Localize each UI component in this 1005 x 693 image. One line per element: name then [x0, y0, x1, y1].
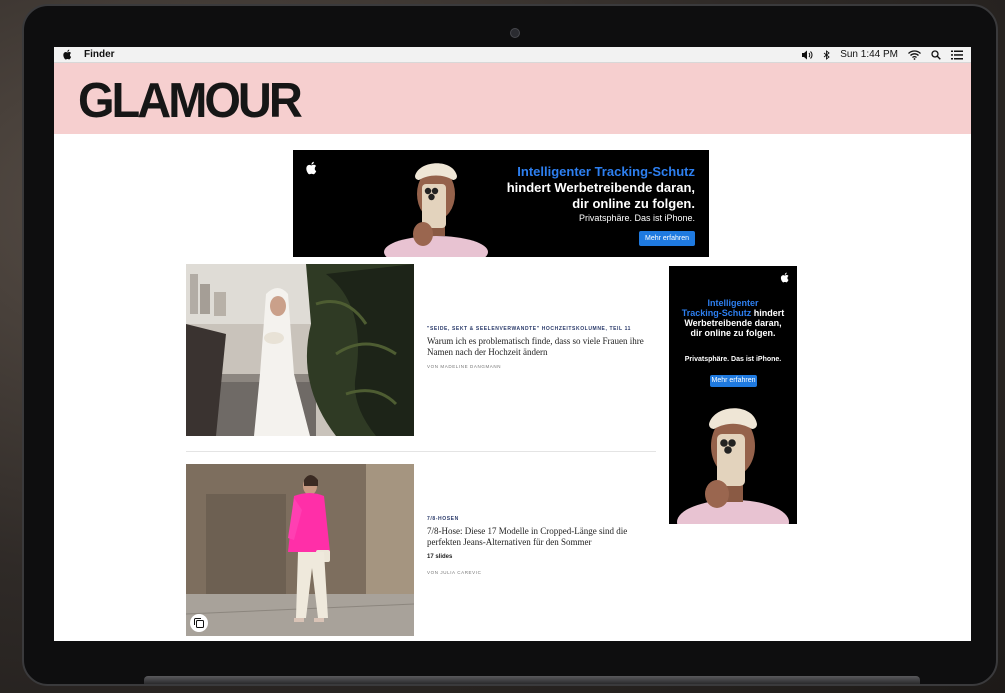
slide-count: 17 slides: [427, 554, 453, 560]
fashion-photo: [186, 464, 414, 636]
bride-photo: [186, 264, 414, 436]
article-byline[interactable]: VON JULIA CAREVIC: [427, 570, 657, 575]
article-card[interactable]: "SEIDE, SEKT & SEELENVERWANDTE" HOCHZEIT…: [186, 264, 656, 436]
sidebar-ad[interactable]: Intelligenter Tracking-Schutz hindert We…: [669, 266, 797, 524]
site-header: GLAMOUR: [54, 63, 971, 134]
ad-person-image: [677, 408, 789, 524]
ad-person-image: [384, 163, 488, 257]
article-byline[interactable]: VON MADELINE DANGMANN: [427, 364, 657, 369]
ad-cta-button[interactable]: Mehr erfahren: [710, 375, 757, 387]
article-thumbnail[interactable]: [186, 464, 414, 636]
gallery-icon[interactable]: [190, 614, 208, 632]
article-card[interactable]: 7/8-HOSEN 7/8-Hose: Diese 17 Modelle in …: [186, 464, 656, 636]
article-meta: 7/8-HOSEN 7/8-Hose: Diese 17 Modelle in …: [427, 516, 657, 575]
ad-headline-line4: dir online zu folgen.: [690, 328, 776, 338]
divider: [186, 451, 656, 452]
ad-headline-blue: Intelligenter: [707, 298, 759, 308]
ad-headline-line3: dir online zu folgen.: [572, 196, 695, 211]
article-kicker[interactable]: 7/8-HOSEN: [427, 516, 657, 522]
screen: Finder Sun 1:44 PM GLAMOUR Intelligenter…: [54, 47, 971, 641]
article-headline[interactable]: Warum ich es problematisch finde, dass s…: [427, 336, 657, 358]
search-icon[interactable]: [931, 49, 941, 60]
ad-tagline: Privatsphäre. Das ist iPhone.: [684, 356, 782, 363]
status-area: Sun 1:44 PM: [801, 49, 963, 60]
ad-headline-blue-part: Tracking-Schutz: [681, 308, 752, 318]
ad-headline-white-part: hindert: [751, 308, 785, 318]
ad-cta-button[interactable]: Mehr erfahren: [639, 231, 695, 246]
article-meta: "SEIDE, SEKT & SEELENVERWANDTE" HOCHZEIT…: [427, 326, 657, 369]
ad-headline-blue: Intelligenter Tracking-Schutz: [517, 164, 695, 179]
article-kicker[interactable]: "SEIDE, SEKT & SEELENVERWANDTE" HOCHZEIT…: [427, 326, 657, 332]
control-center-icon[interactable]: [951, 50, 963, 60]
site-logo[interactable]: GLAMOUR: [78, 71, 303, 129]
apple-icon[interactable]: [62, 49, 72, 60]
webcam: [510, 28, 520, 38]
apple-icon: [780, 272, 789, 283]
banner-ad[interactable]: Intelligenter Tracking-Schutz hindert We…: [293, 150, 709, 257]
bluetooth-icon[interactable]: [823, 49, 830, 60]
wifi-icon[interactable]: [908, 49, 921, 60]
ad-headline-line3: Werbetreibende daran,: [684, 318, 782, 328]
ad-headline-line2: Tracking-Schutz hindert: [669, 308, 797, 318]
article-headline[interactable]: 7/8-Hose: Diese 17 Modelle in Cropped-Lä…: [427, 526, 657, 548]
ad-tagline: Privatsphäre. Das ist iPhone.: [578, 213, 695, 223]
clock[interactable]: Sun 1:44 PM: [840, 49, 898, 60]
menu-bar: Finder Sun 1:44 PM: [54, 47, 971, 63]
apple-icon: [306, 161, 317, 175]
article-thumbnail[interactable]: [186, 264, 414, 436]
volume-icon[interactable]: [801, 50, 813, 60]
laptop-hinge: [144, 676, 920, 684]
ad-headline-line2: hindert Werbetreibende daran,: [506, 180, 695, 195]
app-name[interactable]: Finder: [84, 49, 115, 60]
